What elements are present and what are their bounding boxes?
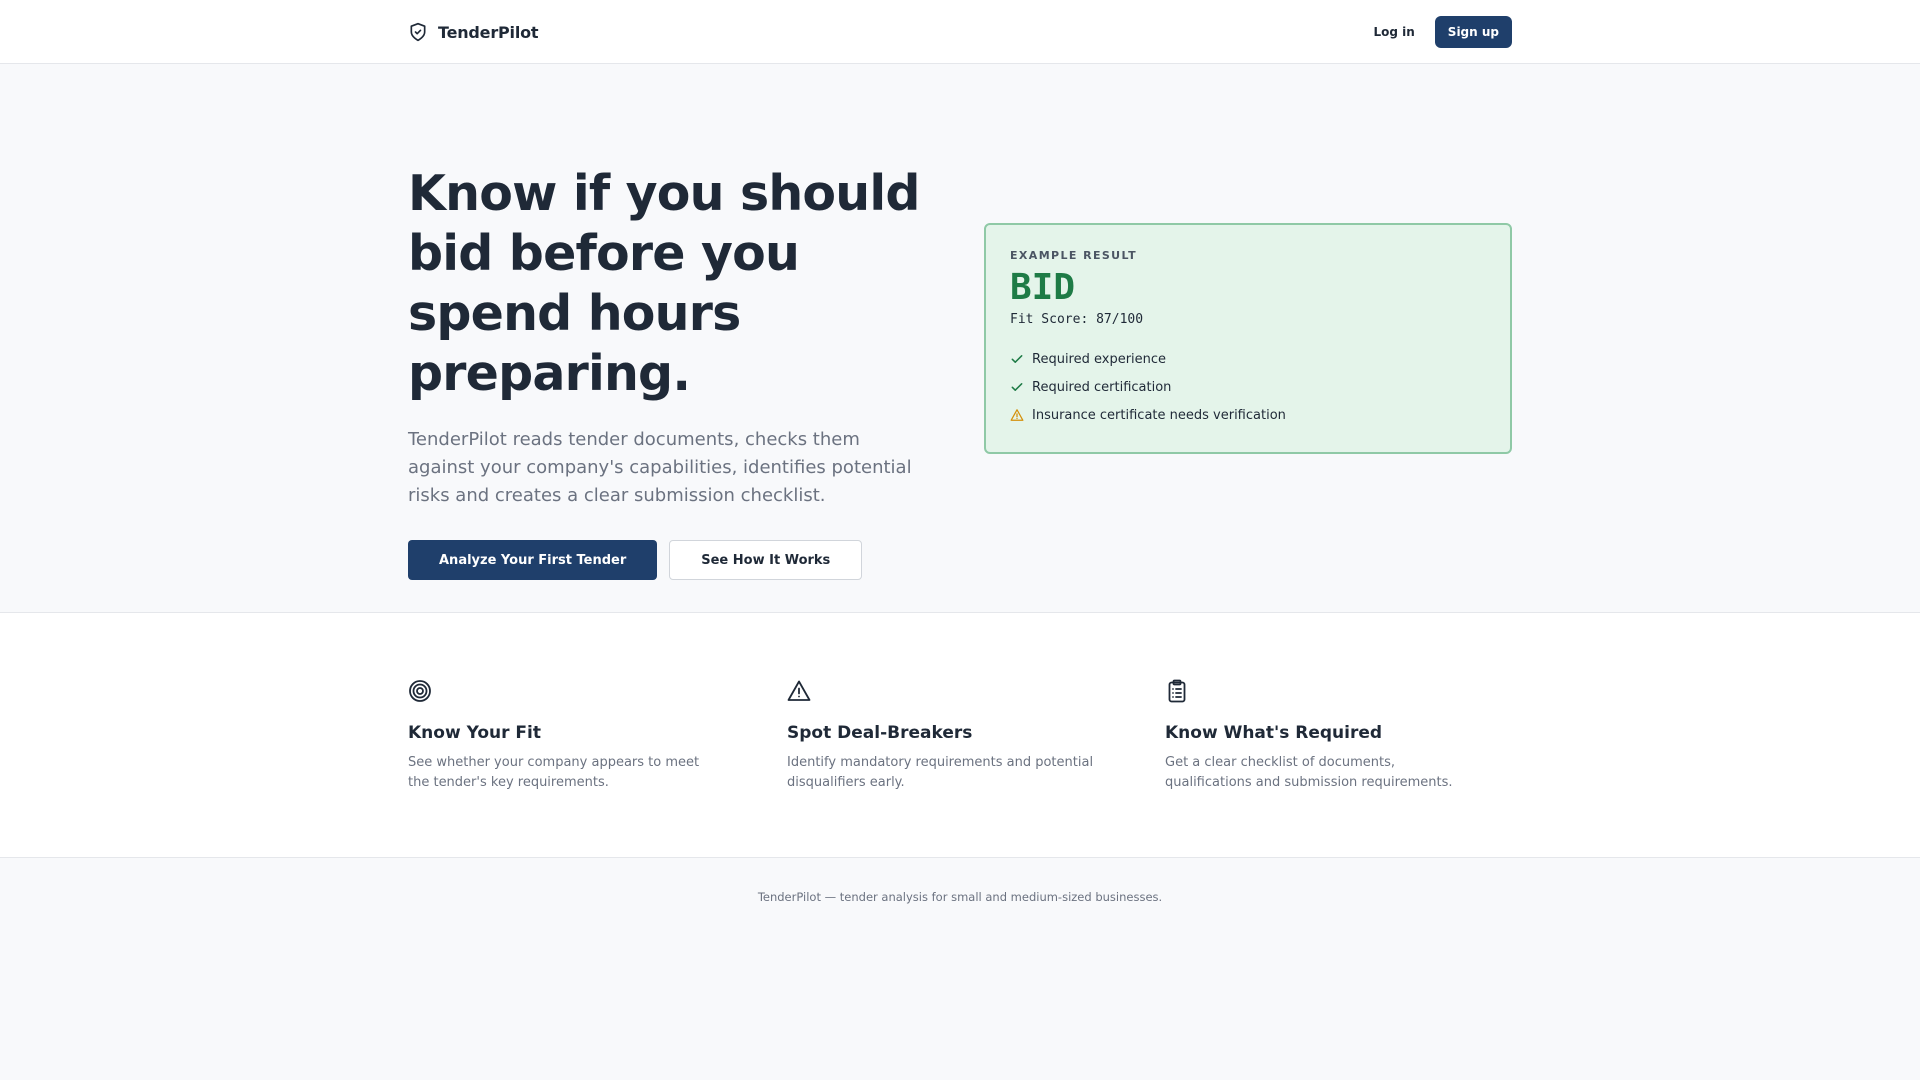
fit-score: Fit Score: 87/100: [1010, 312, 1144, 327]
feature-know-your-fit: Know Your Fit See whether your company a…: [408, 679, 728, 793]
brand-logo[interactable]: TenderPilot: [408, 22, 539, 42]
check-item: Insurance certificate needs verification: [1010, 401, 1486, 429]
login-button[interactable]: Log in: [1373, 25, 1414, 39]
feature-spot-deal-breakers: Spot Deal-Breakers Identify mandatory re…: [787, 679, 1107, 793]
feature-title: Know What's Required: [1165, 723, 1383, 743]
features-section: Know Your Fit See whether your company a…: [0, 613, 1920, 858]
feature-description: See whether your company appears to meet…: [408, 755, 700, 790]
feature-title: Spot Deal-Breakers: [787, 723, 973, 743]
warning-icon: [1010, 409, 1024, 421]
check-icon: [1011, 383, 1023, 391]
analyze-tender-button[interactable]: Analyze Your First Tender: [408, 540, 658, 580]
feature-description: Identify mandatory requirements and pote…: [787, 755, 1094, 790]
requirement-checks: Required experience Required certificati…: [1010, 345, 1486, 429]
shield-check-icon: [410, 22, 426, 42]
see-how-it-works-button[interactable]: See How It Works: [669, 540, 863, 580]
clipboard-list-icon: [1168, 679, 1186, 703]
feature-know-whats-required: Know What's Required Get a clear checkli…: [1165, 679, 1485, 793]
site-header: TenderPilot Log in Sign up: [0, 0, 1920, 64]
hero-actions: Analyze Your First Tender See How It Wor…: [408, 540, 968, 580]
check-item-text: Required experience: [1032, 351, 1167, 367]
example-result-card: EXAMPLE RESULT BID Fit Score: 87/100 Req…: [984, 223, 1512, 454]
hero-title: Know if you should bid before you spend …: [408, 165, 920, 402]
check-icon: [1011, 355, 1023, 363]
signup-button[interactable]: Sign up: [1434, 16, 1512, 48]
check-item-text: Required certification: [1032, 379, 1172, 395]
check-item: Required certification: [1010, 373, 1486, 401]
check-item-text: Insurance certificate needs verification: [1032, 407, 1286, 423]
check-item: Required experience: [1010, 345, 1486, 373]
hero-section: Know if you should bid before you spend …: [0, 64, 1920, 613]
site-footer: TenderPilot — tender analysis for small …: [0, 858, 1920, 1078]
example-result-label: EXAMPLE RESULT: [1010, 249, 1138, 262]
header-nav: Log in Sign up: [1373, 16, 1512, 48]
hero-content: Know if you should bid before you spend …: [408, 164, 968, 580]
alert-triangle-icon: [787, 680, 811, 701]
brand-name: TenderPilot: [438, 22, 539, 42]
footer-text: TenderPilot — tender analysis for small …: [757, 890, 1163, 904]
hero-description: TenderPilot reads tender documents, chec…: [408, 429, 912, 506]
feature-description: Get a clear checklist of documents, qual…: [1165, 755, 1453, 790]
result-verdict: BID: [1010, 267, 1076, 308]
feature-title: Know Your Fit: [408, 723, 541, 743]
target-icon: [409, 680, 431, 702]
